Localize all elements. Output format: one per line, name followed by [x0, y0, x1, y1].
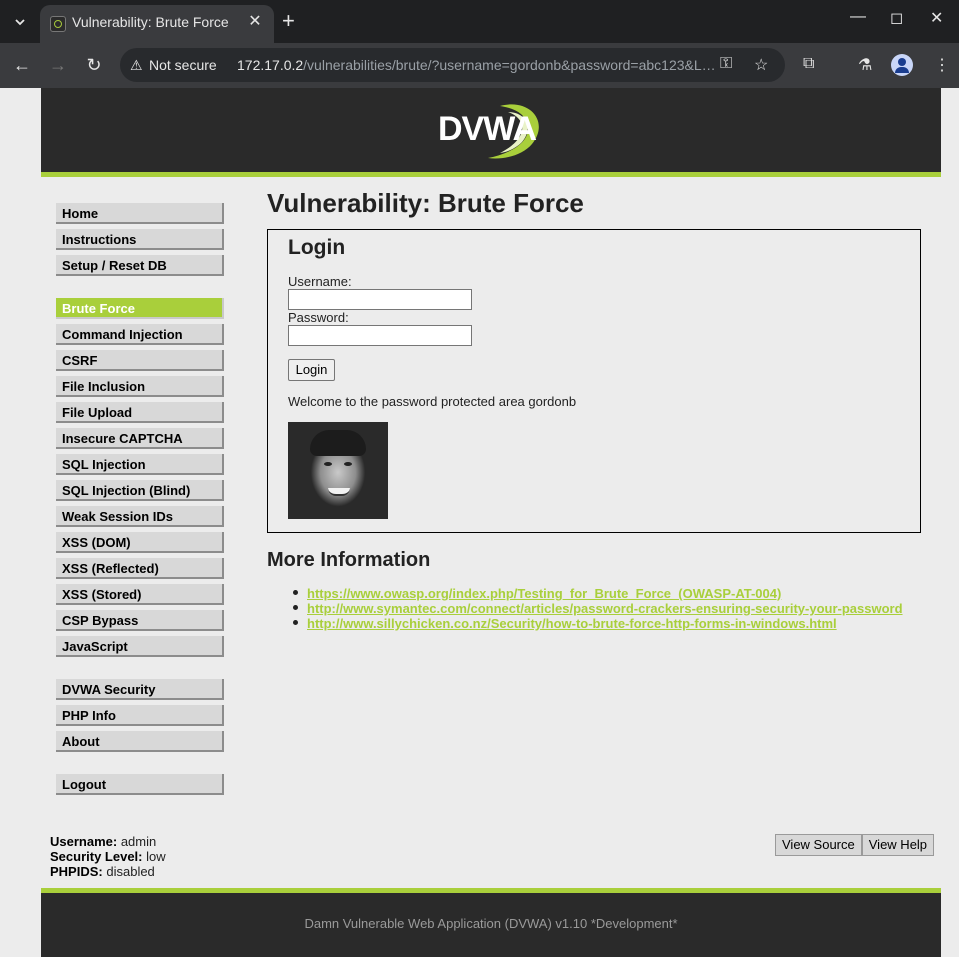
user-photo: [288, 422, 388, 519]
view-source-button[interactable]: View Source: [775, 834, 862, 856]
url-host: 172.17.0.2: [237, 57, 304, 73]
list-item: http://www.symantec.com/connect/articles…: [293, 600, 903, 616]
kebab-menu-icon[interactable]: ⋮: [934, 55, 950, 75]
more-information-links: https://www.owasp.org/index.php/Testing_…: [293, 585, 903, 631]
sidebar-item-setup-reset-db[interactable]: Setup / Reset DB: [56, 255, 224, 276]
sidebar-item-instructions[interactable]: Instructions: [56, 229, 224, 250]
chevron-down-icon: [15, 19, 25, 26]
dvwa-favicon-icon: [50, 16, 66, 32]
browser-toolbar: ← → ↻ ⚠ Not secure 172.17.0.2/vulnerabil…: [0, 43, 959, 88]
sidebar-item-command-injection[interactable]: Command Injection: [56, 324, 224, 345]
source-help-buttons: View Source View Help: [775, 834, 935, 856]
close-icon: ✕: [930, 10, 944, 27]
warning-icon[interactable]: ⚠: [130, 57, 143, 74]
sidebar-item-xss-stored[interactable]: XSS (Stored): [56, 584, 224, 605]
user-photo-mouth: [328, 488, 350, 496]
status-username: Username: admin: [50, 834, 166, 849]
flask-icon[interactable]: ⚗: [858, 55, 872, 75]
login-box: Login Username: Password: Login Welcome …: [267, 229, 921, 533]
status-info: Username: admin Security Level: low PHPI…: [50, 834, 166, 879]
status-phpids-label: PHPIDS:: [50, 864, 103, 879]
owasp-link[interactable]: https://www.owasp.org/index.php/Testing_…: [307, 586, 781, 601]
login-heading: Login: [288, 236, 346, 259]
dvwa-logo: DVWA: [438, 98, 546, 160]
sidebar-item-file-upload[interactable]: File Upload: [56, 402, 224, 423]
status-username-label: Username:: [50, 834, 118, 849]
bullet-icon: [293, 590, 298, 595]
url-path: /vulnerabilities/brute/?username=gordonb…: [303, 57, 715, 73]
maximize-icon: ◻: [890, 10, 904, 27]
sidebar-item-insecure-captcha[interactable]: Insecure CAPTCHA: [56, 428, 224, 449]
sidebar-item-xss-dom[interactable]: XSS (DOM): [56, 532, 224, 553]
sidebar-item-logout[interactable]: Logout: [56, 774, 224, 795]
bullet-icon: [293, 620, 298, 625]
password-label: Password:: [288, 310, 349, 325]
status-security-label: Security Level:: [50, 849, 143, 864]
more-information-heading: More Information: [267, 549, 431, 571]
user-photo-eye-left: [324, 462, 332, 466]
browser-tab-bar: Vulnerability: Brute Force ✕ + — ◻ ✕: [0, 0, 959, 43]
symantec-link[interactable]: http://www.symantec.com/connect/articles…: [307, 601, 903, 616]
puzzle-icon[interactable]: ⧉: [803, 55, 814, 73]
list-item: http://www.sillychicken.co.nz/Security/h…: [293, 615, 903, 631]
status-phpids-value: disabled: [106, 864, 155, 879]
reload-button[interactable]: ↻: [83, 55, 105, 75]
sidebar-item-javascript[interactable]: JavaScript: [56, 636, 224, 657]
status-security-level: Security Level: low: [50, 849, 166, 864]
sidebar-item-dvwa-security[interactable]: DVWA Security: [56, 679, 224, 700]
status-security-value: low: [146, 849, 166, 864]
browser-tab[interactable]: Vulnerability: Brute Force ✕: [40, 5, 274, 43]
status-phpids: PHPIDS: disabled: [50, 864, 166, 879]
username-label: Username:: [288, 274, 352, 289]
sidebar-item-sql-injection[interactable]: SQL Injection: [56, 454, 224, 475]
login-button[interactable]: Login: [288, 359, 335, 381]
list-item: https://www.owasp.org/index.php/Testing_…: [293, 585, 903, 601]
logo-text: DVWA: [438, 110, 537, 148]
footer-text: Damn Vulnerable Web Application (DVWA) v…: [304, 916, 678, 931]
tab-close-icon[interactable]: ✕: [246, 13, 264, 31]
forward-button[interactable]: →: [47, 55, 69, 75]
url-text[interactable]: 172.17.0.2/vulnerabilities/brute/?userna…: [237, 57, 715, 73]
maximize-button[interactable]: ◻: [890, 8, 903, 28]
view-help-button[interactable]: View Help: [861, 834, 935, 856]
security-label[interactable]: Not secure: [149, 57, 217, 73]
sidebar-item-php-info[interactable]: PHP Info: [56, 705, 224, 726]
arrow-right-icon: →: [49, 55, 67, 75]
site-footer: Damn Vulnerable Web Application (DVWA) v…: [41, 893, 941, 957]
user-photo-eye-right: [344, 462, 352, 466]
key-icon[interactable]: ⚿: [720, 55, 732, 73]
header-accent-line: [41, 172, 941, 177]
sidebar-item-about[interactable]: About: [56, 731, 224, 752]
username-input[interactable]: [288, 289, 472, 310]
user-photo-hair: [310, 430, 366, 456]
page-title: Vulnerability: Brute Force: [267, 188, 584, 218]
minimize-button[interactable]: —: [850, 8, 866, 26]
password-input[interactable]: [288, 325, 472, 346]
site-header: DVWA: [41, 88, 941, 172]
star-icon[interactable]: ☆: [754, 55, 768, 75]
arrow-left-icon: ←: [13, 55, 31, 75]
tab-title: Vulnerability: Brute Force: [72, 14, 229, 30]
avatar-icon[interactable]: [891, 54, 913, 76]
plus-icon: +: [282, 8, 295, 33]
sidebar-item-xss-reflected[interactable]: XSS (Reflected): [56, 558, 224, 579]
new-tab-button[interactable]: +: [282, 10, 295, 32]
reload-icon: ↻: [86, 55, 102, 75]
sidebar-item-weak-session-ids[interactable]: Weak Session IDs: [56, 506, 224, 527]
back-button[interactable]: ←: [11, 55, 33, 75]
sidebar-item-csrf[interactable]: CSRF: [56, 350, 224, 371]
sidebar-item-file-inclusion[interactable]: File Inclusion: [56, 376, 224, 397]
sillychicken-link[interactable]: http://www.sillychicken.co.nz/Security/h…: [307, 616, 837, 631]
tab-list-button[interactable]: [8, 10, 32, 34]
sidebar-item-brute-force[interactable]: Brute Force: [56, 298, 224, 319]
sidebar-item-csp-bypass[interactable]: CSP Bypass: [56, 610, 224, 631]
welcome-message: Welcome to the password protected area g…: [288, 394, 577, 409]
bullet-icon: [293, 605, 298, 610]
status-username-value: admin: [120, 834, 157, 849]
address-bar[interactable]: ⚠ Not secure 172.17.0.2/vulnerabilities/…: [120, 48, 785, 82]
sidebar-item-home[interactable]: Home: [56, 203, 224, 224]
sidebar-item-sql-injection-blind[interactable]: SQL Injection (Blind): [56, 480, 224, 501]
close-window-button[interactable]: ✕: [930, 8, 943, 28]
minimize-icon: —: [850, 8, 866, 25]
